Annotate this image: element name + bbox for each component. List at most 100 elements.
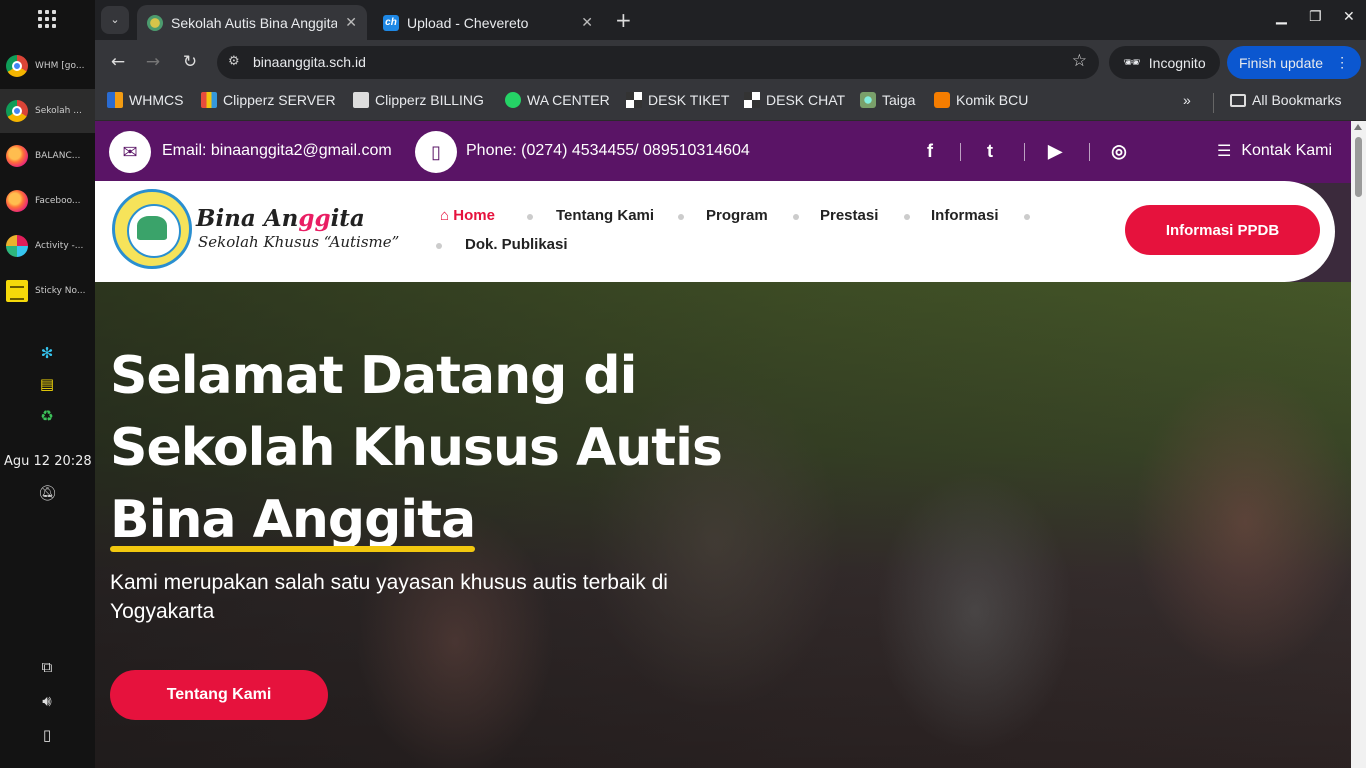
chevereto-favicon-icon: ch bbox=[383, 14, 399, 31]
new-tab-button[interactable]: + bbox=[615, 8, 632, 32]
hero-subtitle: Kami merupakan salah satu yayasan khusus… bbox=[110, 571, 668, 623]
hero-title-line: Sekolah Khusus Autis bbox=[110, 418, 723, 478]
youtube-icon[interactable]: ▶ bbox=[1042, 141, 1068, 162]
forward-button[interactable]: → bbox=[143, 52, 163, 72]
firefox-icon bbox=[6, 190, 28, 212]
minimize-icon[interactable]: ▁ bbox=[1276, 9, 1287, 25]
email-text[interactable]: Email: binaanggita2@gmail.com bbox=[162, 142, 392, 160]
slack-icon bbox=[6, 235, 28, 257]
finish-update-button[interactable]: Finish update ⋮ bbox=[1227, 46, 1362, 79]
bookmark-star-icon[interactable]: ☆ bbox=[1072, 51, 1087, 71]
volume-icon[interactable]: 🔊︎ bbox=[38, 692, 56, 710]
incognito-label: Incognito bbox=[1148, 54, 1206, 71]
close-tab-icon[interactable]: ✕ bbox=[581, 14, 593, 31]
url-text[interactable]: binaanggita.sch.id bbox=[253, 54, 366, 70]
facebook-icon[interactable]: f bbox=[917, 141, 943, 162]
incognito-indicator[interactable]: 🕶︎ Incognito bbox=[1109, 46, 1220, 79]
taskbar-item-whm[interactable]: WHM [go... bbox=[0, 44, 95, 88]
all-bookmarks-button[interactable]: All Bookmarks bbox=[1230, 92, 1341, 108]
bookmark-clipperz-server[interactable]: Clipperz SERVER bbox=[201, 92, 336, 108]
tab-search-button[interactable]: ⌄ bbox=[101, 6, 129, 34]
bookmark-desk-tiket[interactable]: DESK TIKET bbox=[626, 92, 729, 108]
brand-name-accent: gg bbox=[298, 205, 331, 232]
folder-icon bbox=[1230, 93, 1246, 107]
bookmark-label: Clipperz BILLING bbox=[375, 92, 484, 108]
clipperz-icon bbox=[201, 92, 217, 108]
contact-link[interactable]: ☰ Kontak Kami bbox=[1217, 141, 1332, 161]
instagram-icon[interactable]: ◎ bbox=[1106, 141, 1132, 162]
nav-dok-publikasi[interactable]: Dok. Publikasi bbox=[465, 236, 568, 253]
site-info-icon[interactable]: ⚙ bbox=[228, 54, 244, 70]
nav-separator bbox=[527, 214, 533, 220]
hero-section: Selamat Datang di Sekolah Khusus Autis B… bbox=[95, 282, 1351, 768]
nav-program[interactable]: Program bbox=[706, 207, 768, 224]
tab-title: Upload - Chevereto bbox=[407, 14, 529, 31]
taskbar-item-sekolah[interactable]: Sekolah ... bbox=[0, 89, 95, 133]
slack-tray-icon[interactable]: ✻ bbox=[38, 344, 56, 362]
more-menu-icon[interactable]: ⋮ bbox=[1335, 54, 1349, 71]
school-favicon-icon bbox=[147, 14, 163, 31]
close-tab-icon[interactable]: ✕ bbox=[345, 14, 357, 31]
twitter-icon[interactable]: t bbox=[977, 141, 1003, 162]
taskbar-item-balance[interactable]: BALANC... bbox=[0, 134, 95, 178]
tab-chevereto[interactable]: ch Upload - Chevereto ✕ bbox=[373, 5, 603, 40]
bookmark-wa-center[interactable]: WA CENTER bbox=[505, 92, 610, 108]
taiga-icon bbox=[860, 92, 876, 108]
bookmark-whmcs[interactable]: WHMCS bbox=[107, 92, 183, 108]
taskbar-item-facebook[interactable]: Faceboo... bbox=[0, 179, 95, 223]
nav-separator bbox=[678, 214, 684, 220]
bookmark-label: Clipperz SERVER bbox=[223, 92, 336, 108]
desk-icon bbox=[744, 92, 760, 108]
sticky-notes-tray-icon[interactable]: ▤ bbox=[38, 375, 56, 393]
school-logo[interactable] bbox=[112, 189, 192, 269]
bookmark-taiga[interactable]: Taiga bbox=[860, 92, 915, 108]
notifications-off-icon[interactable]: 🔕︎ bbox=[38, 484, 57, 502]
address-bar[interactable]: ⚙ binaanggita.sch.id ☆ bbox=[217, 46, 1099, 79]
task-label: Sticky No... bbox=[35, 286, 86, 296]
tab-sekolah[interactable]: Sekolah Autis Bina Anggita ✕ bbox=[137, 5, 367, 40]
phone-text[interactable]: Phone: (0274) 4534455/ 089510314604 bbox=[466, 142, 750, 160]
nav-informasi[interactable]: Informasi bbox=[931, 207, 999, 224]
bookmarks-overflow-icon[interactable]: » bbox=[1183, 92, 1191, 108]
chrome-icon bbox=[6, 55, 28, 77]
contact-icon: ☰ bbox=[1217, 143, 1232, 160]
brand-name[interactable]: Bina Anggita bbox=[196, 205, 365, 232]
network-icon[interactable]: ⧉ bbox=[38, 658, 56, 676]
taskbar-item-activity[interactable]: Activity -... bbox=[0, 224, 95, 268]
scroll-up-icon[interactable] bbox=[1354, 124, 1362, 130]
phone-icon: ▯ bbox=[415, 131, 457, 173]
finish-update-label: Finish update bbox=[1239, 54, 1324, 71]
bookmark-label: Komik BCU bbox=[956, 92, 1029, 108]
incognito-icon: 🕶︎ bbox=[1123, 54, 1141, 70]
bookmarks-bar: WHMCS Clipperz SERVER Clipperz BILLING W… bbox=[95, 85, 1366, 121]
reload-button[interactable]: ↻ bbox=[180, 52, 200, 72]
firefox-icon bbox=[6, 145, 28, 167]
bookmark-komik-bcu[interactable]: Komik BCU bbox=[934, 92, 1028, 108]
clock[interactable]: Agu 12 20:28 bbox=[4, 454, 92, 469]
scrollbar-thumb[interactable] bbox=[1355, 137, 1362, 197]
nav-tentang-kami[interactable]: Tentang Kami bbox=[556, 207, 654, 224]
task-label: Activity -... bbox=[35, 241, 84, 251]
bookmarks-divider bbox=[1213, 93, 1214, 113]
bookmark-clipperz-billing[interactable]: Clipperz BILLING bbox=[353, 92, 484, 108]
nav-separator bbox=[436, 243, 442, 249]
os-dock: WHM [go... Sekolah ... BALANC... Faceboo… bbox=[0, 0, 95, 768]
app-grid-icon[interactable] bbox=[38, 10, 56, 28]
bookmark-desk-chat[interactable]: DESK CHAT bbox=[744, 92, 845, 108]
close-window-icon[interactable]: ✕ bbox=[1343, 9, 1355, 25]
divider bbox=[1024, 143, 1025, 161]
bookmark-label: Taiga bbox=[882, 92, 916, 108]
maximize-icon[interactable]: ❐ bbox=[1309, 9, 1322, 25]
taskbar-item-sticky-notes[interactable]: Sticky No... bbox=[0, 269, 95, 313]
ppdb-button[interactable]: Informasi PPDB bbox=[1125, 205, 1320, 255]
nav-separator bbox=[904, 214, 910, 220]
hero-tentang-kami-button[interactable]: Tentang Kami bbox=[110, 670, 328, 720]
tab-strip: ⌄ Sekolah Autis Bina Anggita ✕ ch Upload… bbox=[95, 0, 1366, 40]
nav-home[interactable]: ⌂ Home bbox=[440, 207, 495, 224]
recycle-tray-icon[interactable]: ♻ bbox=[38, 407, 56, 425]
back-button[interactable]: ← bbox=[108, 52, 128, 72]
hero-title-highlight: Bina Anggita bbox=[110, 484, 476, 556]
page-scrollbar[interactable] bbox=[1351, 121, 1366, 768]
battery-icon[interactable]: ▯ bbox=[38, 726, 56, 744]
nav-prestasi[interactable]: Prestasi bbox=[820, 207, 878, 224]
